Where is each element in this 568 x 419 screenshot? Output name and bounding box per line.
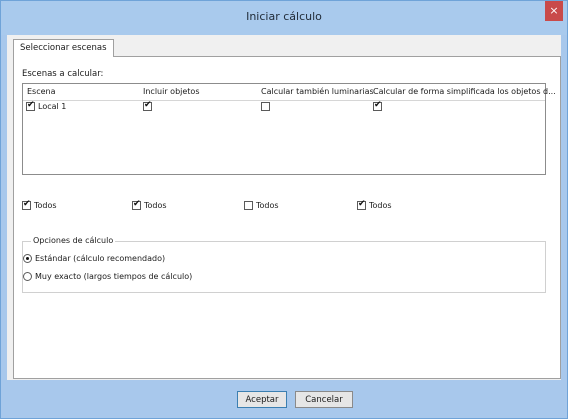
radio-label-estandar: Estándar (cálculo recomendado) (35, 254, 166, 263)
checkbox-calcular-luminarias[interactable] (261, 102, 270, 111)
todos-simplificada[interactable]: Todos (357, 199, 392, 210)
column-header-simplificada[interactable]: Calcular de forma simplificada los objet… (373, 87, 556, 96)
todos-escena[interactable]: Todos (22, 199, 57, 210)
tab-panel: Escenas a calcular: Escena Incluir objet… (13, 56, 561, 379)
column-header-calcular-luminarias[interactable]: Calcular también luminarias (261, 87, 374, 96)
radio-button-muy-exacto[interactable] (23, 272, 32, 281)
cell-calcular-luminarias (261, 102, 270, 111)
radio-estandar[interactable]: Estándar (cálculo recomendado) (23, 254, 165, 263)
checkbox-todos-incluir-objetos[interactable] (132, 199, 141, 210)
cell-incluir-objetos (143, 100, 152, 111)
todos-label: Todos (144, 201, 167, 210)
column-header-incluir-objetos[interactable]: Incluir objetos (143, 87, 200, 96)
calculation-options-group: Opciones de cálculo Estándar (cálculo re… (22, 236, 546, 293)
todos-label: Todos (369, 201, 392, 210)
checkbox-todos-escena[interactable] (22, 199, 31, 210)
radio-muy-exacto[interactable]: Muy exacto (largos tiempos de cálculo) (23, 272, 192, 281)
tab-seleccionar-escenas[interactable]: Seleccionar escenas (13, 39, 114, 57)
cell-simplificada (373, 100, 382, 111)
scenes-grid: Escena Incluir objetos Calcular también … (22, 83, 556, 175)
aceptar-button[interactable]: Aceptar (237, 391, 287, 408)
checkbox-simplificada[interactable] (373, 100, 382, 111)
todos-label: Todos (34, 201, 57, 210)
cancelar-button[interactable]: Cancelar (295, 391, 353, 408)
table-row[interactable]: Local 1 (23, 100, 545, 116)
grid-header: Escena Incluir objetos Calcular también … (23, 84, 556, 101)
todos-label: Todos (256, 201, 279, 210)
dialog-client: Seleccionar escenas Escenas a calcular: … (7, 35, 561, 408)
todos-calcular-luminarias[interactable]: Todos (244, 201, 279, 210)
title-bar: Iniciar cálculo × (1, 1, 567, 35)
checkbox-incluir-objetos[interactable] (143, 100, 152, 111)
scene-name: Local 1 (38, 102, 67, 111)
close-button[interactable]: × (545, 1, 563, 21)
window-title: Iniciar cálculo (246, 10, 322, 23)
radio-label-muy-exacto: Muy exacto (largos tiempos de cálculo) (35, 272, 193, 281)
column-header-escena[interactable]: Escena (27, 87, 56, 96)
group-title: Opciones de cálculo (31, 236, 116, 245)
checkbox-escena-local-1[interactable] (26, 100, 35, 111)
scenes-section-label: Escenas a calcular: (22, 69, 104, 79)
dialog-window: Iniciar cálculo × Seleccionar escenas Es… (0, 0, 568, 419)
close-icon: × (549, 4, 559, 17)
radio-button-estandar[interactable] (23, 254, 32, 263)
checkbox-todos-simplificada[interactable] (357, 199, 366, 210)
todos-incluir-objetos[interactable]: Todos (132, 199, 167, 210)
cell-escena: Local 1 (26, 100, 67, 111)
checkbox-todos-calcular-luminarias[interactable] (244, 201, 253, 210)
